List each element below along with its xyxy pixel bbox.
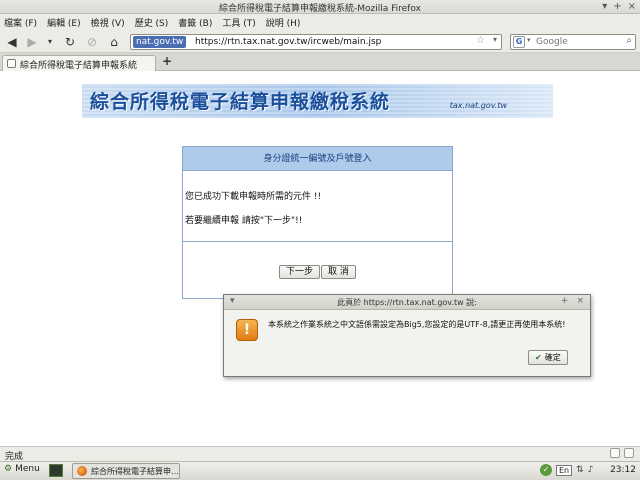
status-bar: 完成 [0, 446, 640, 462]
firefox-icon [77, 466, 87, 476]
terminal-launcher-icon[interactable] [49, 464, 63, 477]
stop-icon[interactable]: ⊘ [84, 34, 100, 50]
update-shield-icon[interactable]: ✓ [540, 464, 552, 476]
window-titlebar[interactable]: 綜合所得稅電子結算申報繳稅系統-Mozilla Firefox ▾ + × [0, 0, 640, 14]
panel-divider [183, 241, 452, 242]
alert-dialog: ▾ 此頁於 https://rtn.tax.nat.gov.tw 說: + × … [223, 294, 591, 377]
status-icons [610, 448, 634, 458]
next-button[interactable]: 下一步 [279, 265, 321, 279]
start-menu-button[interactable]: ⚙ Menu [4, 464, 40, 474]
url-bar[interactable]: nat.gov.tw https://rtn.tax.nat.gov.tw/ir… [130, 34, 502, 50]
menu-file[interactable]: 檔案 (F) [4, 16, 37, 29]
forward-icon[interactable]: ▶ [24, 34, 40, 50]
ok-button-label: 確定 [544, 353, 561, 362]
search-icon[interactable]: ⌕ [626, 35, 632, 46]
continue-instruction: 若要繼續申報 請按"下一步"!! [185, 216, 303, 226]
google-icon[interactable]: G [513, 36, 525, 48]
download-success-message: 您已成功下載申報時所需的元件 !! [185, 192, 322, 202]
clock[interactable]: 23:12 [610, 465, 636, 475]
menu-help[interactable]: 說明 (H) [266, 16, 301, 29]
warning-icon: ! [236, 319, 258, 341]
login-panel: 身分證統一編號及戶號登入 您已成功下載申報時所需的元件 !! 若要繼續申報 請按… [182, 146, 453, 299]
menu-view[interactable]: 檢視 (V) [91, 16, 125, 29]
menu-tools[interactable]: 工具 (T) [222, 16, 255, 29]
language-indicator[interactable]: En [556, 464, 573, 476]
navigation-toolbar: ◀ ▶ ▾ ↻ ⊘ ⌂ nat.gov.tw https://rtn.tax.n… [0, 31, 640, 53]
bookmark-star-icon[interactable]: ☆ [476, 35, 485, 46]
reload-icon[interactable]: ↻ [62, 34, 78, 50]
menubar: 檔案 (F) 編輯 (E) 檢視 (V) 歷史 (S) 書籤 (B) 工具 (T… [0, 14, 640, 31]
site-banner: 綜合所得稅電子結算申報繳稅系統 tax.nat.gov.tw [82, 84, 553, 118]
volume-icon[interactable]: ♪ [588, 465, 594, 475]
dialog-titlebar[interactable]: ▾ 此頁於 https://rtn.tax.nat.gov.tw 說: + × [224, 295, 590, 310]
window-title: 綜合所得稅電子結算申報繳稅系統-Mozilla Firefox [219, 4, 421, 14]
site-identity-badge[interactable]: nat.gov.tw [133, 36, 187, 48]
menu-history[interactable]: 歷史 (S) [135, 16, 169, 29]
menu-edit[interactable]: 編輯 (E) [47, 16, 81, 29]
back-icon[interactable]: ◀ [4, 34, 20, 50]
system-tray: ✓ En ⇅ ♪ [540, 464, 593, 476]
banner-title: 綜合所得稅電子結算申報繳稅系統 [90, 91, 391, 113]
search-engine-dropdown-icon[interactable]: ▾ [527, 36, 531, 44]
cancel-button[interactable]: 取 消 [321, 265, 356, 279]
dialog-close-icon[interactable]: × [576, 296, 584, 306]
window-controls: ▾ + × [602, 1, 636, 12]
login-header: 身分證統一編號及戶號登入 [183, 147, 452, 171]
start-menu-label: Menu [15, 464, 40, 474]
status-resize-icon[interactable] [624, 448, 634, 458]
network-icon[interactable]: ⇅ [576, 465, 584, 475]
tab-active[interactable]: 綜合所得稅電子結算申報系統 [2, 55, 156, 71]
checkmark-icon: ✔ [535, 353, 542, 362]
taskbar-window-button[interactable]: 綜合所得稅電子結算申… [72, 463, 180, 479]
new-tab-icon[interactable]: + [162, 55, 172, 68]
dialog-controls: + × [561, 296, 584, 306]
close-icon[interactable]: × [628, 1, 636, 12]
home-icon[interactable]: ⌂ [106, 34, 122, 50]
start-menu-icon: ⚙ [4, 464, 13, 474]
taskbar-window-label: 綜合所得稅電子結算申… [91, 467, 179, 476]
menu-bookmarks[interactable]: 書籤 (B) [178, 16, 212, 29]
tab-label: 綜合所得稅電子結算申報系統 [20, 61, 138, 71]
search-bar[interactable]: G ▾ ⌕ [510, 34, 636, 50]
banner-site: tax.nat.gov.tw [449, 101, 507, 110]
page-content: 綜合所得稅電子結算申報繳稅系統 tax.nat.gov.tw 身分證統一編號及戶… [0, 72, 640, 446]
history-dropdown-icon[interactable]: ▾ [42, 34, 58, 50]
ok-button[interactable]: ✔ 確定 [528, 350, 568, 365]
status-addon-icon[interactable] [610, 448, 620, 458]
tab-bar: 綜合所得稅電子結算申報系統 + [0, 53, 640, 71]
dialog-title: 此頁於 https://rtn.tax.nat.gov.tw 說: [337, 298, 477, 307]
desktop-taskbar: ⚙ Menu 綜合所得稅電子結算申… ✓ En ⇅ ♪ 23:12 [0, 461, 640, 480]
url-dropdown-icon[interactable]: ▾ [493, 35, 497, 44]
page-favicon-icon [7, 59, 16, 68]
search-input[interactable] [536, 36, 620, 48]
minimize-icon[interactable]: ▾ [602, 1, 607, 12]
maximize-icon[interactable]: + [613, 1, 621, 12]
dialog-maximize-icon[interactable]: + [561, 296, 569, 306]
url-text[interactable]: https://rtn.tax.nat.gov.tw/ircweb/main.j… [195, 36, 381, 48]
dialog-message: 本系統之作業系統之中文語係需設定為Big5,您設定的是UTF-8,請更正再使用本… [268, 320, 566, 329]
